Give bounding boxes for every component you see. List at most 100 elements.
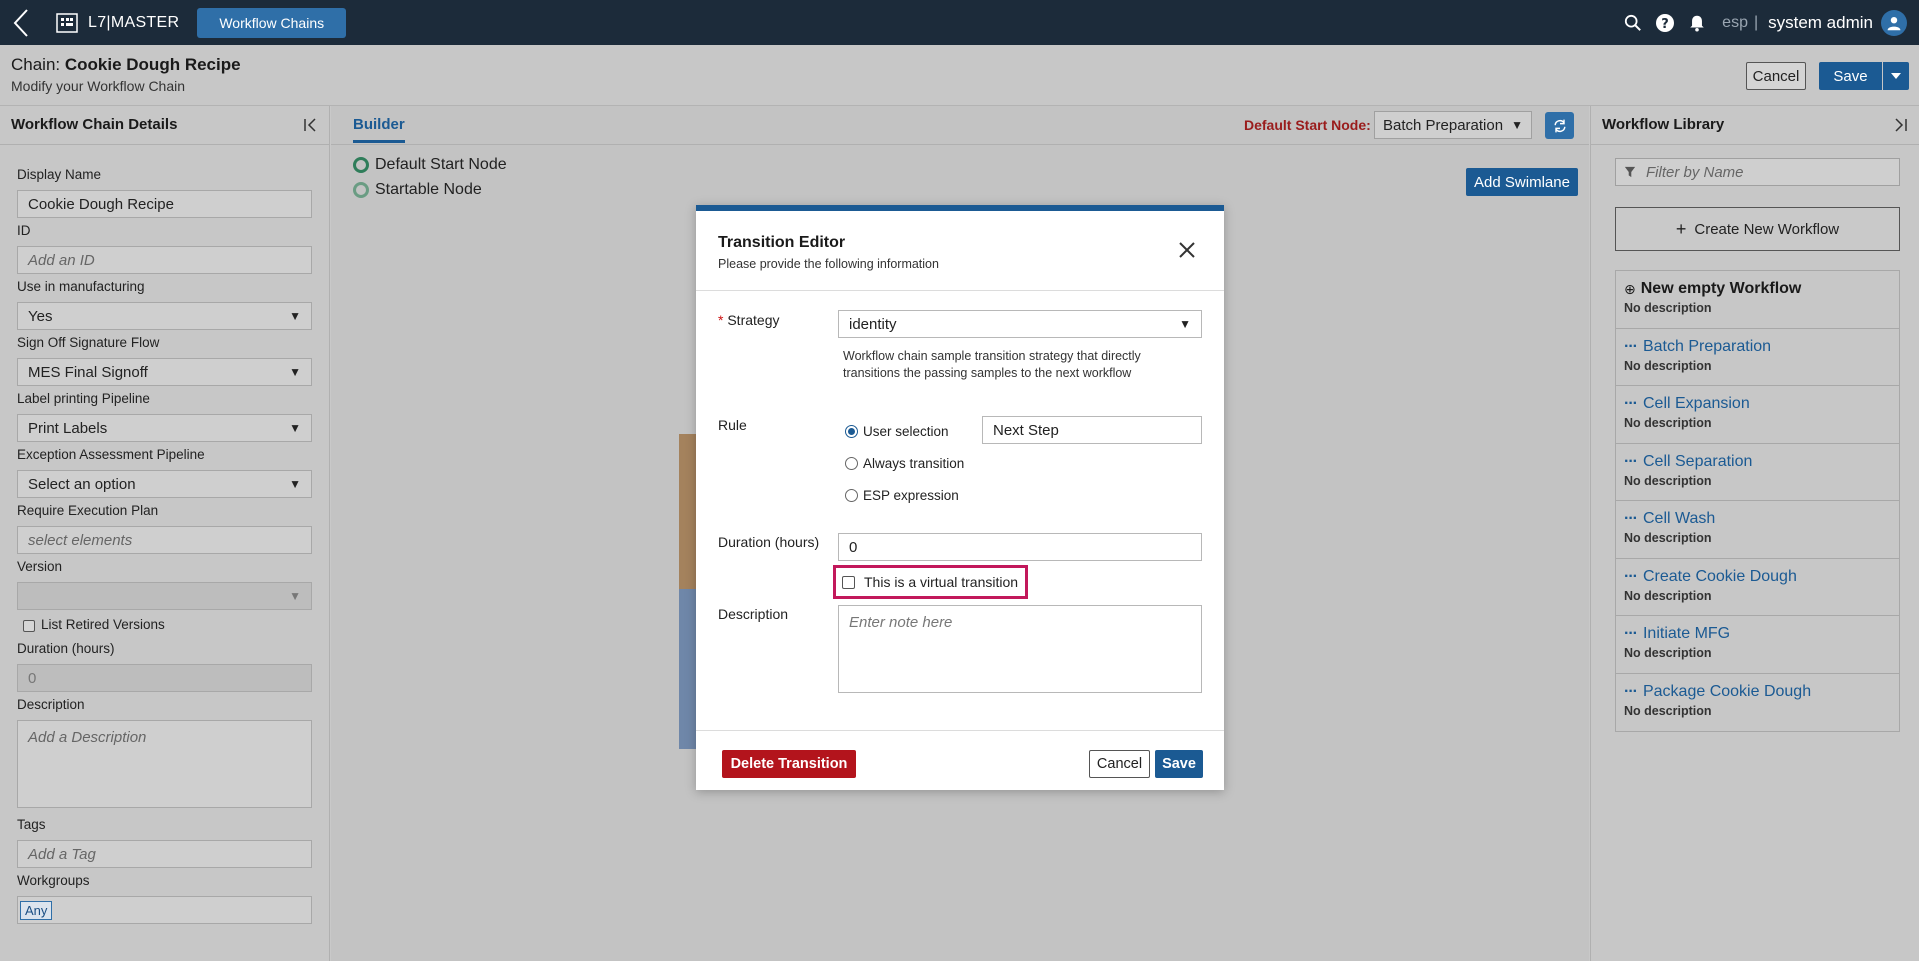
rule-radio-user-selection[interactable]: User selection <box>845 424 949 439</box>
use-in-mfg-select[interactable]: Yes ▼ <box>17 302 312 330</box>
list-item[interactable]: ··· Cell Separation No description <box>1616 444 1899 501</box>
strategy-select[interactable]: identity ▼ <box>838 310 1202 338</box>
tab-builder[interactable]: Builder <box>353 116 405 133</box>
filter-input[interactable]: Filter by Name <box>1615 158 1900 186</box>
checkbox-icon[interactable] <box>842 575 855 589</box>
bell-icon[interactable] <box>1686 12 1708 34</box>
top-nav: L7|MASTER Workflow Chains ? esp | system… <box>0 0 1919 45</box>
signoff-label: Sign Off Signature Flow <box>17 335 160 350</box>
list-retired-checkbox[interactable] <box>23 620 35 632</box>
create-new-workflow-label: Create New Workflow <box>1694 220 1840 238</box>
caret-down-icon <box>1891 73 1901 79</box>
close-icon[interactable] <box>1178 241 1196 259</box>
swimlane-handle[interactable] <box>679 589 697 749</box>
search-icon[interactable] <box>1622 12 1644 34</box>
id-input[interactable]: Add an ID <box>17 246 312 274</box>
filter-icon <box>1624 166 1636 178</box>
brand-logo-icon <box>56 12 78 33</box>
refresh-button[interactable] <box>1545 112 1574 139</box>
tags-placeholder: Add a Tag <box>28 845 96 863</box>
workflow-list: ⊕ New empty Workflow No description ··· Ba… <box>1615 270 1900 732</box>
exec-plan-input[interactable]: select elements <box>17 526 312 554</box>
add-swimlane-button[interactable]: Add Swimlane <box>1466 168 1578 196</box>
plus-icon: + <box>1675 218 1687 239</box>
language-switch[interactable]: esp <box>1722 14 1748 32</box>
description-label: Description <box>17 697 85 712</box>
default-start-node-value: Batch Preparation <box>1383 116 1504 134</box>
user-selection-input[interactable]: Next Step <box>982 416 1202 444</box>
rule-label: Rule <box>718 417 747 433</box>
tab-workflow-chains[interactable]: Workflow Chains <box>197 7 347 38</box>
rule-radio-always-transition[interactable]: Always transition <box>845 456 964 471</box>
legend-default-start: Default Start Node <box>353 156 507 174</box>
back-button[interactable] <box>0 0 42 45</box>
id-placeholder: Add an ID <box>28 251 95 269</box>
display-name-label: Display Name <box>17 167 102 182</box>
duration-input[interactable]: 0 <box>838 533 1202 561</box>
workgroups-input[interactable]: Any <box>17 896 312 924</box>
user-name[interactable]: system admin <box>1768 13 1873 33</box>
rule-radio-esp-expression[interactable]: ESP expression <box>845 488 959 503</box>
list-item[interactable]: ··· Package Cookie Dough No description <box>1616 674 1899 732</box>
header-save-button[interactable]: Save <box>1819 62 1882 90</box>
label-printing-select[interactable]: Print Labels ▼ <box>17 414 312 442</box>
header-cancel-button[interactable]: Cancel <box>1746 62 1806 90</box>
collapse-left-icon[interactable] <box>302 116 320 134</box>
list-item[interactable]: ··· Batch Preparation No description <box>1616 329 1899 386</box>
virtual-transition-label: This is a virtual transition <box>864 574 1019 590</box>
description-placeholder: Add a Description <box>28 729 147 746</box>
workflow-chain-details-panel: Workflow Chain Details Display Name Cook… <box>0 106 330 961</box>
default-start-node-select[interactable]: Batch Preparation ▼ <box>1374 111 1532 139</box>
chain-name: Cookie Dough Recipe <box>64 55 241 74</box>
workflow-name: New empty Workflow <box>1640 280 1802 297</box>
strategy-value: identity <box>849 315 897 333</box>
radio-icon <box>845 457 858 470</box>
workflow-desc: No description <box>1624 588 1712 603</box>
list-item[interactable]: ··· Initiate MFG No description <box>1616 616 1899 674</box>
modal-divider <box>696 290 1224 291</box>
swimlane-handle[interactable] <box>679 434 697 589</box>
modal-cancel-button[interactable]: Cancel <box>1089 750 1150 778</box>
list-item[interactable]: ··· Cell Expansion No description <box>1616 386 1899 444</box>
ring-icon <box>353 157 369 173</box>
app-brand[interactable]: L7|MASTER <box>56 0 179 45</box>
description-textarea[interactable]: Add a Description <box>17 720 312 808</box>
strategy-label: * Strategy <box>718 312 779 328</box>
signoff-select[interactable]: MES Final Signoff ▼ <box>17 358 312 386</box>
description-textarea[interactable]: Enter note here <box>838 605 1202 693</box>
help-icon[interactable]: ? <box>1654 12 1676 34</box>
workflow-name: Batch Preparation <box>1642 337 1772 355</box>
workflow-name: Create Cookie Dough <box>1642 567 1797 585</box>
display-name-input[interactable]: Cookie Dough Recipe <box>17 190 312 218</box>
user-avatar-icon[interactable] <box>1881 9 1907 36</box>
duration-label: Duration (hours) <box>17 641 115 656</box>
list-item[interactable]: ⊕ New empty Workflow No description <box>1616 271 1899 329</box>
create-new-workflow-button[interactable]: + Create New Workflow <box>1615 207 1900 251</box>
radio-icon <box>845 489 858 502</box>
page-title: Chain: Cookie Dough Recipe <box>11 55 241 75</box>
chevron-down-icon: ▼ <box>289 309 301 323</box>
tags-label: Tags <box>17 817 46 832</box>
exception-select[interactable]: Select an option ▼ <box>17 470 312 498</box>
chevron-down-icon: ▼ <box>1511 118 1523 132</box>
user-selection-value: Next Step <box>993 421 1059 439</box>
tags-input[interactable]: Add a Tag <box>17 840 312 868</box>
save-options-dropdown[interactable] <box>1883 62 1909 90</box>
workgroup-chip[interactable]: Any <box>20 900 53 920</box>
description-placeholder: Enter note here <box>849 614 953 631</box>
chain-prefix: Chain: <box>11 55 65 74</box>
collapse-right-icon[interactable] <box>1891 116 1909 134</box>
drag-dots-icon: ··· <box>1624 682 1638 700</box>
list-item[interactable]: ··· Create Cookie Dough No description <box>1616 559 1899 616</box>
workflow-name: Package Cookie Dough <box>1642 682 1812 700</box>
delete-transition-button[interactable]: Delete Transition <box>722 750 856 778</box>
workflow-desc: No description <box>1624 703 1712 718</box>
use-in-mfg-label: Use in manufacturing <box>17 279 145 294</box>
version-select: ▼ <box>17 582 312 610</box>
list-item[interactable]: ··· Cell Wash No description <box>1616 501 1899 559</box>
legend-default-label: Default Start Node <box>375 156 507 173</box>
modal-save-button[interactable]: Save <box>1155 750 1203 778</box>
workflow-desc: No description <box>1624 416 1712 430</box>
virtual-transition-checkbox-highlight[interactable]: This is a virtual transition <box>833 565 1028 599</box>
drag-dots-icon: ··· <box>1624 395 1638 412</box>
